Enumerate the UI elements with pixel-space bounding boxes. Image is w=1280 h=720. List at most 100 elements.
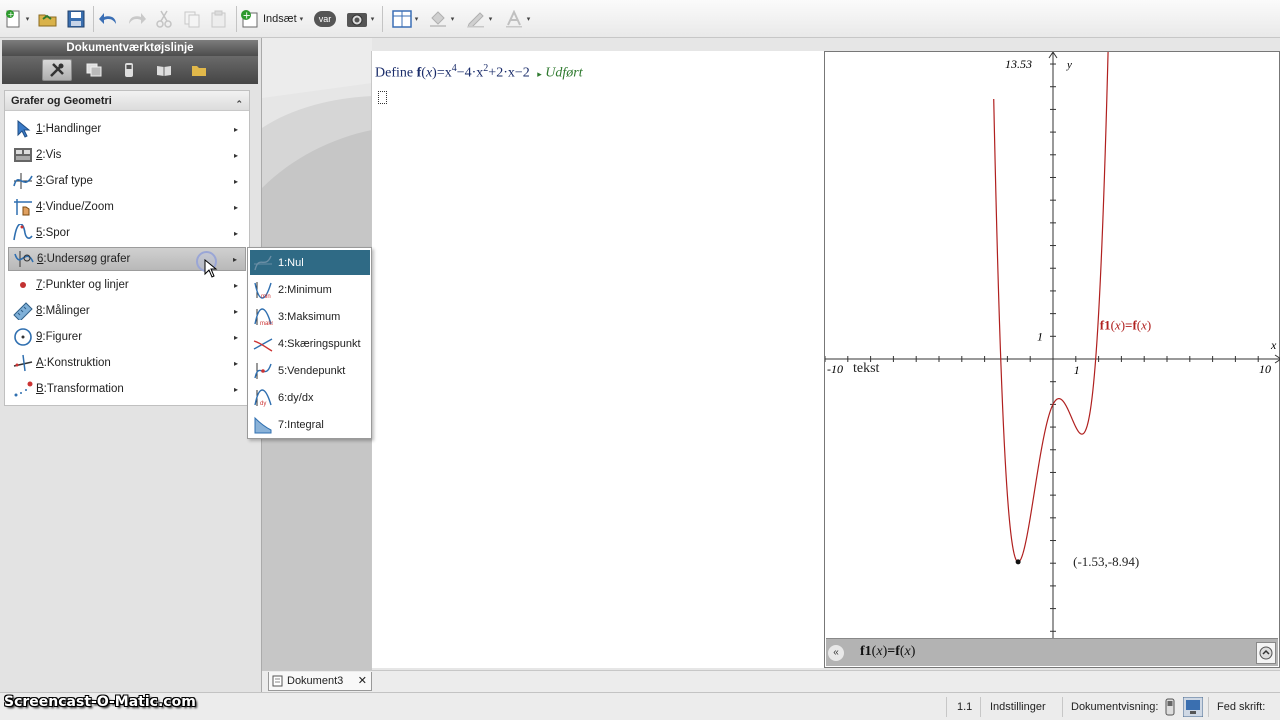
result-arrow-icon: ▸ bbox=[537, 68, 542, 79]
submenu-item-zero[interactable]: 1:Nul bbox=[250, 250, 370, 275]
undo-icon bbox=[99, 13, 116, 24]
new-document-icon: + bbox=[5, 10, 20, 28]
expand-entry-button[interactable] bbox=[1256, 642, 1276, 664]
section-title: Grafer og Geometri bbox=[11, 95, 112, 107]
submenu-label: 5:Vendepunkt bbox=[278, 364, 346, 377]
submenu-item-inflection[interactable]: 5:Vendepunkt bbox=[250, 358, 370, 383]
zero-icon bbox=[252, 253, 274, 273]
menu-label: :Handlinger bbox=[42, 123, 102, 135]
tab-page-sorter[interactable] bbox=[79, 59, 109, 81]
insert-icon: + bbox=[241, 10, 258, 28]
calc-entry[interactable]: Define f(x)=x4−4·x2+2·x−2 ▸ Udført bbox=[375, 63, 583, 82]
submenu-item-minimum[interactable]: min 2:Minimum bbox=[250, 277, 370, 302]
text-color-button[interactable]: ▾ bbox=[498, 8, 536, 30]
close-tab-icon[interactable]: ✕ bbox=[358, 672, 367, 690]
menu-key: A bbox=[36, 357, 44, 369]
redo-icon bbox=[129, 13, 146, 24]
new-document-button[interactable]: + ▾ bbox=[2, 8, 32, 30]
undo-button[interactable] bbox=[97, 8, 121, 30]
collapse-icon[interactable]: ⌃ bbox=[235, 94, 243, 114]
x-max-label: 10 bbox=[1259, 362, 1271, 376]
graph-canvas[interactable]: 13.53 y x -10 10 1 1 tekst f1(x)=f(x) (-1.53,-8.9… bbox=[825, 52, 1280, 638]
open-folder-icon bbox=[38, 14, 57, 27]
submenu-label: 6:dy/dx bbox=[278, 391, 314, 404]
tab-utilities[interactable] bbox=[149, 59, 179, 81]
graph-type-icon bbox=[12, 170, 34, 192]
menu-item-measurements[interactable]: 8:Målinger ▸ bbox=[8, 299, 246, 323]
page-layout-button[interactable]: ▾ bbox=[386, 8, 424, 30]
page-sorter-icon bbox=[86, 63, 102, 77]
insert-label: Indsæt bbox=[263, 13, 297, 25]
tab-document3[interactable]: Dokument3 ✕ bbox=[268, 672, 372, 691]
menu-label: :Konstruktion bbox=[43, 357, 111, 369]
circle-icon bbox=[12, 326, 34, 348]
book-icon bbox=[157, 66, 171, 76]
pencil-icon bbox=[467, 12, 484, 28]
section-header[interactable]: Grafer og Geometri ⌃ bbox=[5, 91, 249, 111]
toolbar-divider bbox=[93, 6, 94, 32]
tab-content[interactable] bbox=[184, 59, 214, 81]
insert-menu-button[interactable]: + Indsæt ▾ bbox=[240, 8, 310, 30]
copy-button[interactable] bbox=[180, 8, 204, 30]
menu-item-actions[interactable]: 1:Handlinger ▸ bbox=[8, 117, 246, 141]
ruler-icon bbox=[12, 300, 34, 322]
submenu-arrow-icon: ▸ bbox=[233, 228, 238, 238]
expand-up-icon bbox=[1259, 646, 1273, 660]
collapse-entry-icon[interactable]: « bbox=[828, 645, 844, 661]
submenu-arrow-icon: ▸ bbox=[233, 176, 238, 186]
page-number: 1.1 bbox=[957, 701, 973, 713]
svg-text:maks: maks bbox=[260, 321, 273, 326]
watermark: Screencast-O-Matic.com bbox=[4, 694, 196, 710]
submenu-arrow-icon: ▸ bbox=[233, 332, 238, 342]
integral-icon bbox=[252, 415, 274, 435]
save-button[interactable] bbox=[64, 8, 88, 30]
submenu-item-intersection[interactable]: 4:Skæringspunkt bbox=[250, 331, 370, 356]
tab-tools[interactable] bbox=[42, 59, 72, 81]
computer-view-icon[interactable] bbox=[1183, 697, 1203, 717]
menu-item-transformation[interactable]: B:Transformation ▸ bbox=[8, 377, 246, 401]
menu-item-view[interactable]: 2:Vis ▸ bbox=[8, 143, 246, 167]
menu-label: :Spor bbox=[42, 227, 70, 239]
result-text: Udført bbox=[545, 65, 583, 81]
menu-label: :Målinger bbox=[42, 305, 90, 317]
text-label: tekst bbox=[853, 361, 880, 376]
submenu-label: 3:Maksimum bbox=[278, 310, 341, 323]
submenu-item-integral[interactable]: 7:Integral bbox=[250, 412, 370, 437]
menu-item-window-zoom[interactable]: 4:Vindue/Zoom ▸ bbox=[8, 195, 246, 219]
menu-item-graph-type[interactable]: 3:Graf type ▸ bbox=[8, 169, 246, 193]
input-cursor-box[interactable] bbox=[378, 91, 387, 104]
fill-color-button[interactable]: ▾ bbox=[422, 8, 460, 30]
menu-item-shapes[interactable]: 9:Figurer ▸ bbox=[8, 325, 246, 349]
function-entry-text: f1(x)=f(x) bbox=[860, 644, 916, 659]
entry-rhs: =f bbox=[887, 644, 900, 659]
point-coordinates-label: (-1.53,-8.94) bbox=[1073, 554, 1139, 569]
cut-button[interactable] bbox=[152, 8, 176, 30]
tab-emulator[interactable] bbox=[114, 59, 144, 81]
minimum-point bbox=[1015, 559, 1021, 565]
line-color-button[interactable]: ▾ bbox=[460, 8, 498, 30]
menu-item-construction[interactable]: A:Konstruktion ▸ bbox=[8, 351, 246, 375]
paste-icon bbox=[211, 10, 226, 28]
bold-font-label[interactable]: Fed skrift: bbox=[1217, 701, 1265, 713]
submenu-item-maximum[interactable]: maks 3:Maksimum bbox=[250, 304, 370, 329]
screenshot-button[interactable]: ▾ bbox=[340, 8, 380, 30]
define-keyword: Define bbox=[375, 65, 414, 81]
redo-button[interactable] bbox=[124, 8, 148, 30]
settings-link[interactable]: Indstillinger bbox=[990, 701, 1046, 713]
status-divider bbox=[946, 697, 947, 717]
paste-button[interactable] bbox=[207, 8, 231, 30]
submenu-label: 4:Skæringspunkt bbox=[278, 337, 361, 350]
y-unit-label: 1 bbox=[1037, 329, 1043, 343]
variables-button[interactable]: var bbox=[313, 8, 337, 30]
svg-text:+: + bbox=[7, 10, 14, 19]
calculator-page[interactable]: Define f(x)=x4−4·x2+2·x−2 ▸ Udført bbox=[371, 51, 824, 668]
graph-page[interactable]: 13.53 y x -10 10 1 1 tekst f1(x)=f(x) (-1.53,-8.9… bbox=[824, 51, 1280, 668]
function-entry-line[interactable]: « f1(x)=f(x) bbox=[826, 638, 1278, 666]
submenu-item-derivative[interactable]: dy 6:dy/dx bbox=[250, 385, 370, 410]
svg-text:min: min bbox=[261, 294, 271, 299]
status-divider bbox=[980, 697, 981, 717]
menu-item-trace[interactable]: 5:Spor ▸ bbox=[8, 221, 246, 245]
handheld-view-icon[interactable] bbox=[1164, 698, 1176, 716]
open-button[interactable] bbox=[36, 8, 60, 30]
function-name: f bbox=[416, 65, 422, 81]
